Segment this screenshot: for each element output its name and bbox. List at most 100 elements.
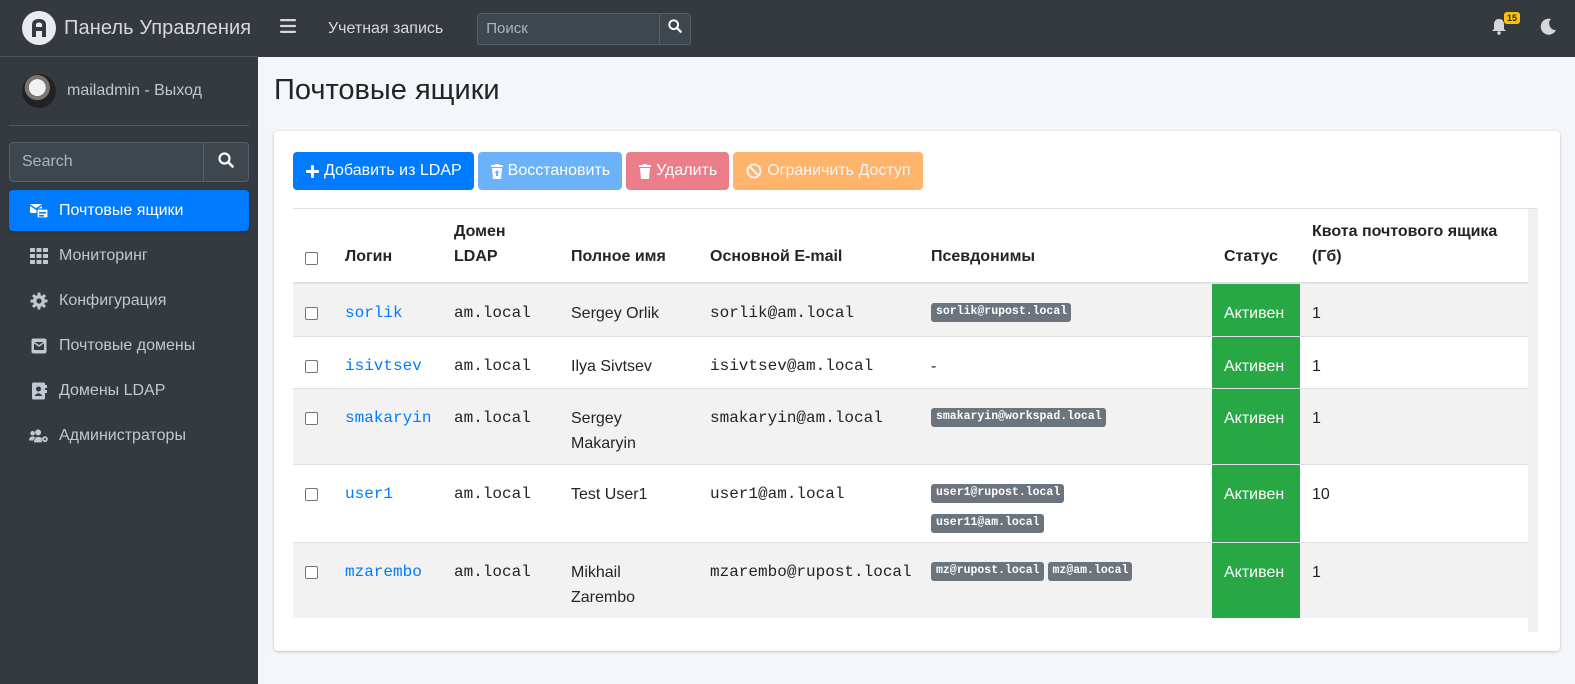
table-scrollbar[interactable] bbox=[1528, 209, 1538, 632]
domain-cell: am.local bbox=[442, 387, 559, 464]
search-icon bbox=[218, 151, 234, 173]
users-cog-icon bbox=[29, 427, 49, 445]
sidebar-item-monitoring[interactable]: Мониторинг bbox=[9, 235, 249, 276]
top-search-input[interactable]: Поиск bbox=[477, 12, 660, 45]
search-icon bbox=[668, 19, 683, 38]
sidebar-item-ldap-domains[interactable]: Домены LDAP bbox=[9, 370, 249, 411]
alias-badge: user1@rupost.local bbox=[931, 483, 1065, 503]
sidebar-search-button[interactable] bbox=[203, 142, 249, 182]
table-row[interactable]: sorlik am.local Sergey Orlik sorlik@am.l… bbox=[293, 282, 1528, 336]
moon-icon bbox=[1540, 18, 1557, 39]
column-header-email[interactable]: Основной E-mail bbox=[698, 209, 919, 284]
logout-link[interactable]: mailadmin - Выход bbox=[67, 82, 202, 100]
account-link[interactable]: Учетная запись bbox=[328, 20, 443, 38]
row-checkbox[interactable] bbox=[305, 565, 318, 579]
restrict-access-label: Ограничить Доступ bbox=[767, 162, 911, 179]
row-checkbox[interactable] bbox=[305, 487, 318, 501]
fullname-cell: Ilya Sivtsev bbox=[559, 335, 698, 388]
hamburger-icon bbox=[280, 19, 296, 38]
sidebar-search-input[interactable]: Search bbox=[9, 142, 203, 182]
column-header-status[interactable]: Статус bbox=[1212, 209, 1300, 284]
page-title: Почтовые ящики bbox=[274, 74, 500, 106]
trash-icon bbox=[639, 163, 652, 179]
add-from-ldap-button[interactable]: Добавить из LDAP bbox=[293, 152, 474, 190]
fullname-cell: Sergey Orlik bbox=[559, 282, 698, 336]
sidebar-item-configuration[interactable]: Конфигурация bbox=[9, 280, 249, 321]
mailboxes-table-wrapper: Логин Домен LDAP Полное имя Основной E-m… bbox=[293, 208, 1538, 632]
alias-line: user1@rupost.local bbox=[931, 482, 1200, 507]
top-search-button[interactable] bbox=[659, 12, 692, 45]
sidebar: Панель Управления mailadmin - Выход Sear… bbox=[0, 0, 258, 684]
row-checkbox[interactable] bbox=[305, 307, 318, 320]
brand-link[interactable]: Панель Управления bbox=[0, 0, 258, 57]
ban-icon bbox=[746, 163, 762, 179]
app-title: Панель Управления bbox=[64, 16, 252, 39]
column-header-login[interactable]: Логин bbox=[333, 209, 442, 284]
user-panel: mailadmin - Выход bbox=[9, 57, 249, 126]
sidebar-item-mail-domains[interactable]: Почтовые домены bbox=[9, 325, 249, 366]
quota-cell: 1 bbox=[1300, 335, 1528, 388]
sidebar-item-mailboxes[interactable]: Почтовые ящики bbox=[9, 190, 249, 231]
login-cell: isivtsev bbox=[333, 335, 442, 388]
quota-cell: 1 bbox=[1300, 282, 1528, 336]
restrict-access-button[interactable]: Ограничить Доступ bbox=[733, 152, 923, 190]
brand-logo-icon bbox=[22, 11, 56, 45]
topbar-right: 15 bbox=[1488, 0, 1557, 57]
table-row[interactable]: user1 am.local Test User1 user1@am.local… bbox=[293, 463, 1528, 542]
notifications-button[interactable]: 15 bbox=[1488, 11, 1520, 40]
column-header-quota[interactable]: Квота почтового ящика (Гб) bbox=[1300, 209, 1528, 284]
address-book-icon bbox=[29, 382, 49, 400]
add-from-ldap-label: Добавить из LDAP bbox=[324, 162, 462, 179]
row-select-cell bbox=[293, 335, 333, 388]
login-link[interactable]: mzarembo bbox=[345, 563, 422, 581]
aliases-cell: sorlik@rupost.local bbox=[919, 282, 1212, 336]
trash-restore-icon bbox=[490, 163, 503, 179]
sidebar-item-label: Почтовые ящики bbox=[59, 201, 184, 219]
login-link[interactable]: sorlik bbox=[345, 304, 403, 322]
dark-mode-toggle[interactable] bbox=[1540, 18, 1557, 40]
row-select-cell bbox=[293, 541, 333, 618]
table-row[interactable]: isivtsev am.local Ilya Sivtsev isivtsev@… bbox=[293, 335, 1528, 388]
sidebar-item-label: Домены LDAP bbox=[59, 381, 166, 399]
column-header-domain[interactable]: Домен LDAP bbox=[442, 209, 559, 284]
column-header-aliases[interactable]: Псевдонимы bbox=[919, 209, 1212, 284]
row-checkbox[interactable] bbox=[305, 411, 318, 425]
row-select-cell bbox=[293, 282, 333, 336]
login-link[interactable]: user1 bbox=[345, 485, 393, 503]
sidebar-search: Search bbox=[9, 142, 249, 182]
restore-button[interactable]: Восстановить bbox=[477, 152, 623, 190]
gear-icon bbox=[29, 292, 49, 310]
envelope-square-icon bbox=[29, 337, 49, 355]
status-badge: Активен bbox=[1212, 463, 1300, 542]
login-link[interactable]: isivtsev bbox=[345, 357, 422, 375]
domain-cell: am.local bbox=[442, 541, 559, 618]
fullname-cell: Test User1 bbox=[559, 463, 698, 542]
quota-cell: 1 bbox=[1300, 541, 1528, 618]
sidebar-item-administrators[interactable]: Администраторы bbox=[9, 415, 249, 456]
row-select-cell bbox=[293, 463, 333, 542]
email-cell: isivtsev@am.local bbox=[698, 335, 919, 388]
table-row[interactable]: smakaryin am.local Sergey Makaryin smaka… bbox=[293, 387, 1528, 464]
mailbox-icon bbox=[29, 202, 49, 220]
table-row[interactable]: mzarembo am.local Mikhail Zarembo mzarem… bbox=[293, 541, 1528, 618]
status-badge: Активен bbox=[1212, 541, 1300, 618]
email-cell: mzarembo@rupost.local bbox=[698, 541, 919, 618]
mailboxes-card: Добавить из LDAP Восстановить Удалить Ог… bbox=[274, 131, 1560, 651]
select-all-checkbox[interactable] bbox=[305, 252, 318, 265]
login-link[interactable]: smakaryin bbox=[345, 409, 431, 427]
email-cell: sorlik@am.local bbox=[698, 282, 919, 336]
domain-cell: am.local bbox=[442, 335, 559, 388]
sidebar-item-label: Почтовые домены bbox=[59, 336, 196, 354]
alias-badge: mz@rupost.local bbox=[931, 561, 1044, 581]
row-checkbox[interactable] bbox=[305, 359, 318, 373]
status-badge: Активен bbox=[1212, 282, 1300, 336]
status-badge: Активен bbox=[1212, 387, 1300, 464]
topbar: Учетная запись Поиск 15 bbox=[258, 0, 1575, 57]
delete-button[interactable]: Удалить bbox=[626, 152, 730, 190]
sidebar-item-label: Мониторинг bbox=[59, 246, 148, 264]
menu-toggle-button[interactable] bbox=[258, 0, 318, 57]
plus-icon bbox=[306, 164, 319, 178]
email-cell: smakaryin@am.local bbox=[698, 387, 919, 464]
restore-label: Восстановить bbox=[507, 162, 611, 179]
column-header-fullname[interactable]: Полное имя bbox=[559, 209, 698, 284]
